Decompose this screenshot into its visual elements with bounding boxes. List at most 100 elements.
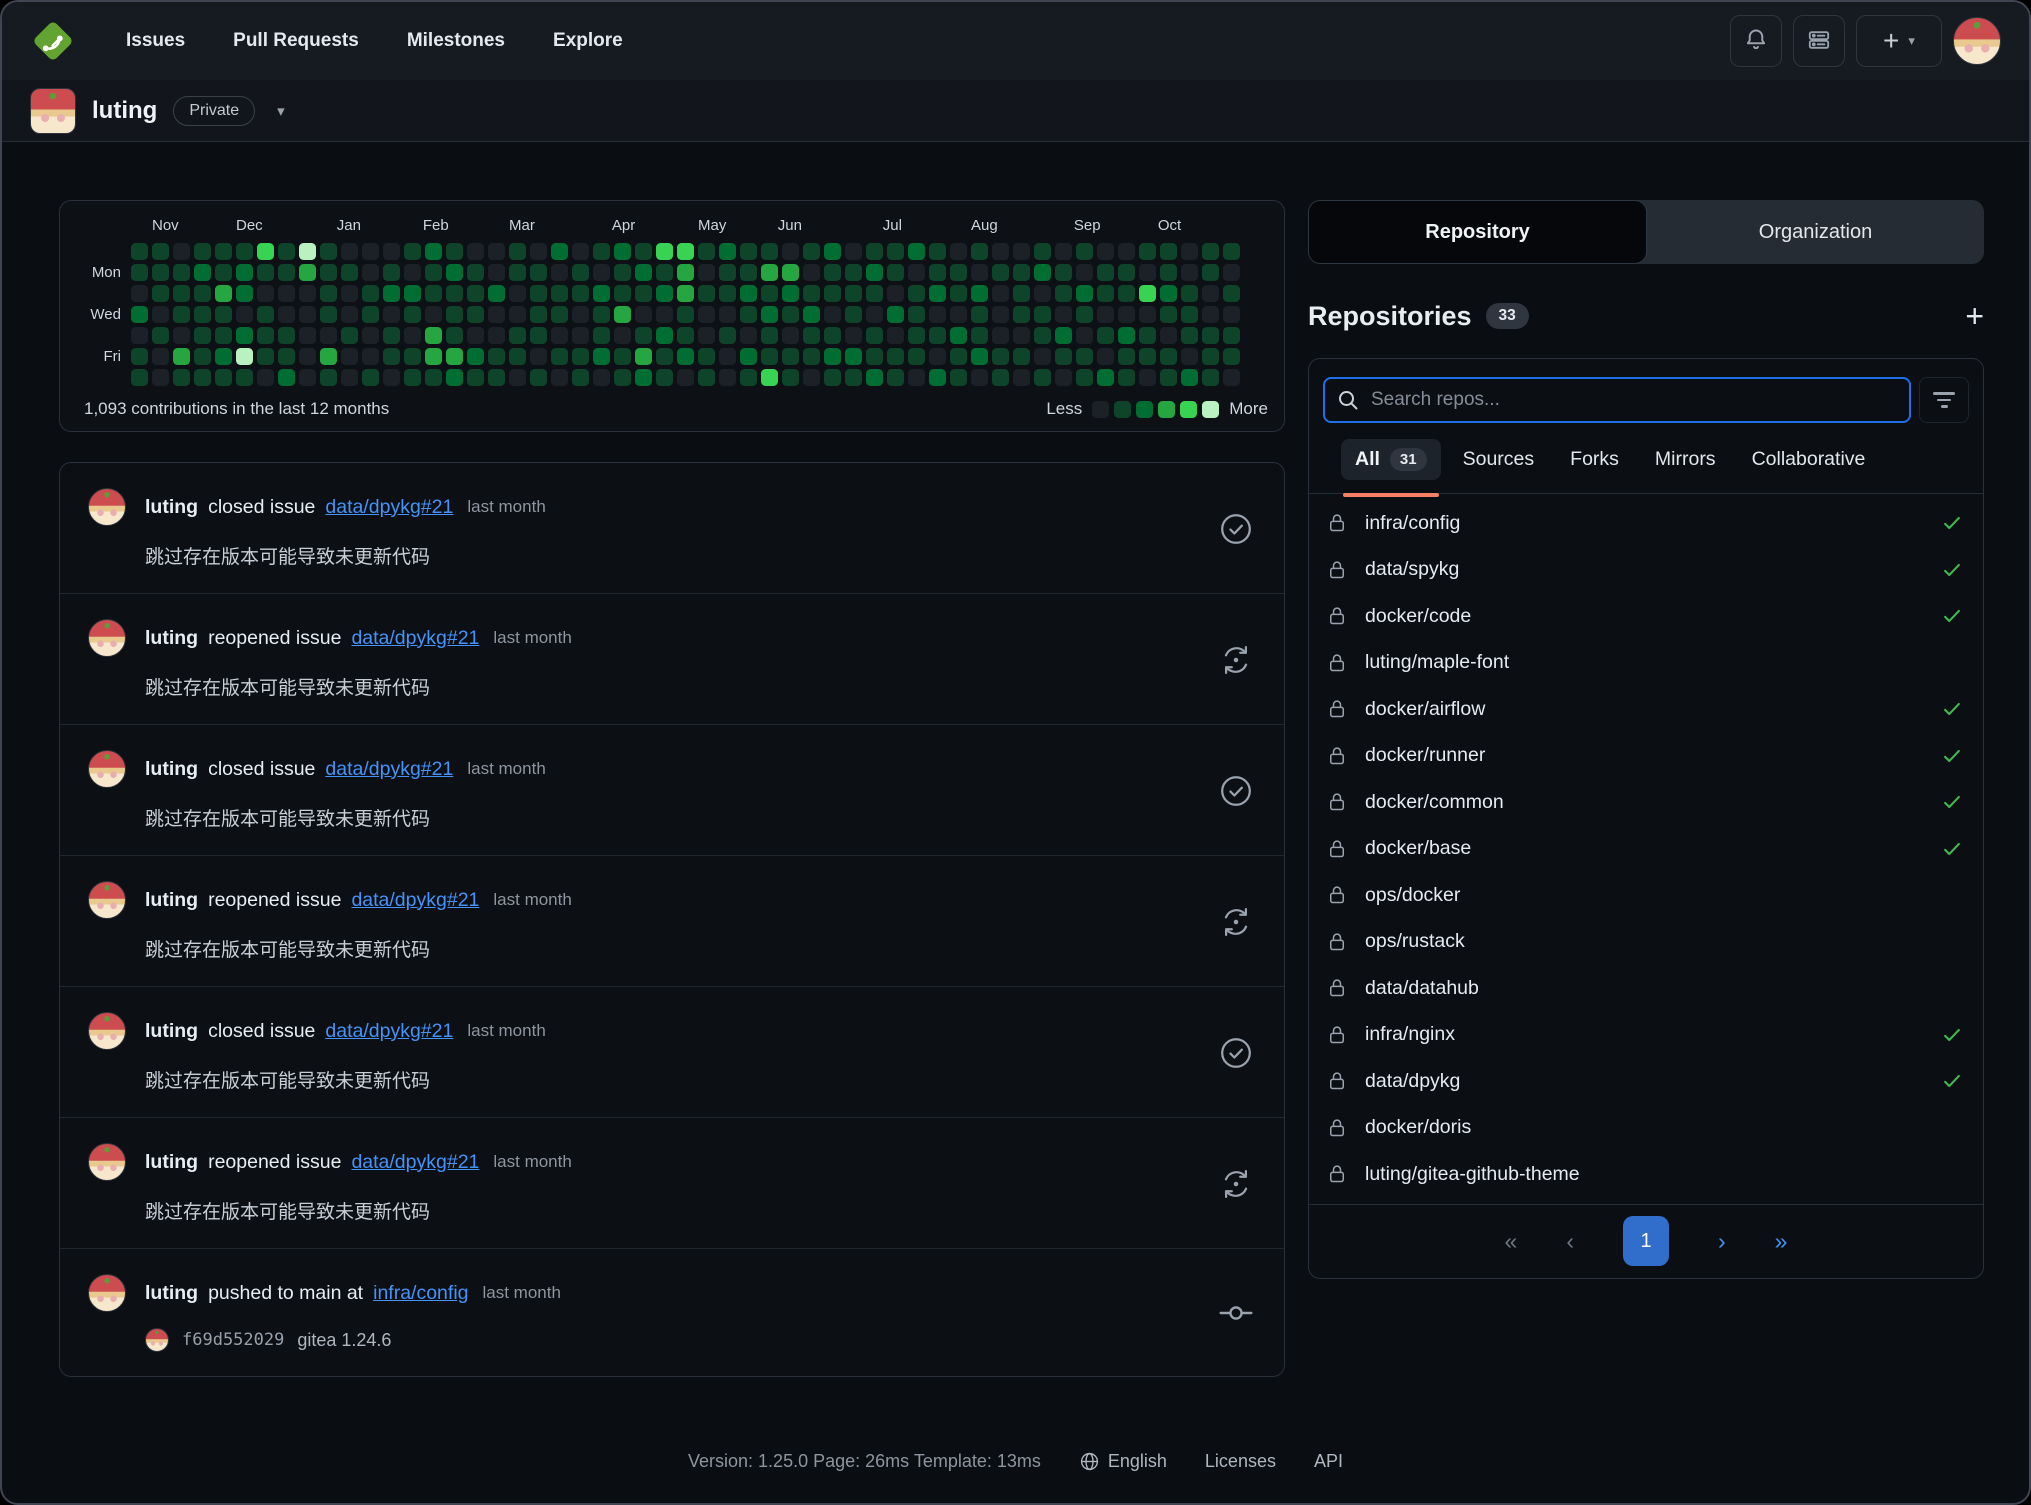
heatmap-cell <box>992 243 1009 260</box>
feed-actor[interactable]: luting <box>145 496 198 519</box>
admin-panel-button[interactable] <box>1793 15 1845 67</box>
nav-link-issues[interactable]: Issues <box>126 30 185 51</box>
feed-actor-avatar[interactable] <box>88 488 126 526</box>
search-repos-input[interactable] <box>1323 377 1911 423</box>
feed-actor-avatar[interactable] <box>88 1274 126 1312</box>
add-repository-button[interactable]: + <box>1965 300 1984 332</box>
feed-actor[interactable]: luting <box>145 1020 198 1043</box>
pagination-next[interactable]: › <box>1718 1228 1726 1255</box>
heatmap-cell <box>803 306 820 323</box>
heatmap-cell <box>257 369 274 386</box>
repo-name[interactable]: infra/config <box>1365 512 1460 535</box>
user-avatar[interactable] <box>1953 17 2001 65</box>
repo-row[interactable]: ops/rustack <box>1309 919 1983 966</box>
repo-name[interactable]: infra/nginx <box>1365 1023 1455 1046</box>
filter-tab-forks[interactable]: Forks <box>1556 439 1633 480</box>
repo-name[interactable]: data/spykg <box>1365 558 1459 581</box>
feed-actor[interactable]: luting <box>145 889 198 912</box>
repo-name[interactable]: luting/maple-font <box>1365 651 1509 674</box>
repo-name[interactable]: luting/gitea-github-theme <box>1365 1163 1580 1186</box>
repo-row[interactable]: data/spykg <box>1309 547 1983 594</box>
feed-repo-link[interactable]: data/dpykg#21 <box>325 1020 453 1043</box>
repo-row[interactable]: docker/code <box>1309 593 1983 640</box>
feed-actor-avatar[interactable] <box>88 1143 126 1181</box>
feed-actor[interactable]: luting <box>145 1151 198 1174</box>
heatmap-cell <box>551 369 568 386</box>
create-new-button[interactable]: + ▾ <box>1856 15 1942 67</box>
nav-link-explore[interactable]: Explore <box>553 30 623 51</box>
nav-link-pull-requests[interactable]: Pull Requests <box>233 30 359 51</box>
pagination-current[interactable]: 1 <box>1623 1216 1669 1266</box>
feed-actor[interactable]: luting <box>145 627 198 650</box>
heatmap-cell <box>698 369 715 386</box>
heatmap-cell <box>866 285 883 302</box>
api-link[interactable]: API <box>1314 1451 1343 1472</box>
repo-name[interactable]: docker/common <box>1365 791 1504 814</box>
repo-row[interactable]: luting/gitea-github-theme <box>1309 1151 1983 1198</box>
repo-row[interactable]: luting/maple-font <box>1309 640 1983 687</box>
repo-name[interactable]: data/dpykg <box>1365 1070 1460 1093</box>
feed-actor[interactable]: luting <box>145 1282 198 1305</box>
notifications-button[interactable] <box>1730 15 1782 67</box>
pagination-prev[interactable]: ‹ <box>1566 1228 1574 1255</box>
heatmap-cell <box>236 327 253 344</box>
heatmap-cell <box>614 348 631 365</box>
repo-row[interactable]: ops/docker <box>1309 872 1983 919</box>
feed-repo-link[interactable]: data/dpykg#21 <box>351 889 479 912</box>
feed-actor-avatar[interactable] <box>88 1012 126 1050</box>
heatmap-cell <box>194 243 211 260</box>
heatmap-cell <box>845 327 862 344</box>
language-link[interactable]: English <box>1079 1451 1167 1472</box>
feed-repo-link[interactable]: infra/config <box>373 1282 468 1305</box>
repo-name[interactable]: ops/rustack <box>1365 930 1465 953</box>
gitea-logo-icon[interactable] <box>30 18 76 64</box>
heatmap-week <box>677 243 694 386</box>
repo-name[interactable]: docker/airflow <box>1365 698 1485 721</box>
heatmap-cell <box>656 348 673 365</box>
profile-avatar[interactable] <box>30 88 76 134</box>
repo-name[interactable]: data/datahub <box>1365 977 1479 1000</box>
tab-organization[interactable]: Organization <box>1647 200 1984 264</box>
repo-name[interactable]: docker/base <box>1365 837 1471 860</box>
heatmap-cell <box>509 285 526 302</box>
licenses-link[interactable]: Licenses <box>1205 1451 1276 1472</box>
filter-button[interactable] <box>1919 377 1969 423</box>
repo-row[interactable]: docker/doris <box>1309 1105 1983 1152</box>
repo-name[interactable]: docker/doris <box>1365 1116 1471 1139</box>
pagination-last[interactable]: » <box>1775 1228 1788 1255</box>
repo-row[interactable]: data/datahub <box>1309 965 1983 1012</box>
repo-row[interactable]: docker/airflow <box>1309 686 1983 733</box>
profile-dropdown-caret[interactable]: ▾ <box>277 102 285 120</box>
feed-repo-link[interactable]: data/dpykg#21 <box>325 496 453 519</box>
feed-actor[interactable]: luting <box>145 758 198 781</box>
repo-row[interactable]: docker/runner <box>1309 733 1983 780</box>
feed-repo-link[interactable]: data/dpykg#21 <box>351 1151 479 1174</box>
heatmap-cell <box>635 369 652 386</box>
feed-repo-link[interactable]: data/dpykg#21 <box>351 627 479 650</box>
legend-swatch <box>1136 401 1153 418</box>
repo-row[interactable]: docker/common <box>1309 779 1983 826</box>
feed-actor-avatar[interactable] <box>88 619 126 657</box>
heatmap-cell <box>887 243 904 260</box>
repo-row[interactable]: infra/nginx <box>1309 1012 1983 1059</box>
repo-row[interactable]: infra/config <box>1309 500 1983 547</box>
repo-row[interactable]: docker/base <box>1309 826 1983 873</box>
repo-name[interactable]: ops/docker <box>1365 884 1460 907</box>
nav-link-milestones[interactable]: Milestones <box>407 30 505 51</box>
commit-hash[interactable]: f69d552029 <box>182 1330 284 1350</box>
filter-tab-collaborative[interactable]: Collaborative <box>1738 439 1880 480</box>
heatmap-week <box>551 243 568 386</box>
repo-name[interactable]: docker/code <box>1365 605 1471 628</box>
pagination-first[interactable]: « <box>1505 1228 1518 1255</box>
filter-tab-mirrors[interactable]: Mirrors <box>1641 439 1730 480</box>
filter-tab-all[interactable]: All31 <box>1341 439 1441 480</box>
feed-actor-avatar[interactable] <box>88 881 126 919</box>
heatmap-cell <box>320 327 337 344</box>
heatmap-cell <box>467 327 484 344</box>
repo-row[interactable]: data/dpykg <box>1309 1058 1983 1105</box>
tab-repository[interactable]: Repository <box>1308 200 1647 264</box>
filter-tab-sources[interactable]: Sources <box>1449 439 1549 480</box>
feed-repo-link[interactable]: data/dpykg#21 <box>325 758 453 781</box>
feed-actor-avatar[interactable] <box>88 750 126 788</box>
repo-name[interactable]: docker/runner <box>1365 744 1485 767</box>
